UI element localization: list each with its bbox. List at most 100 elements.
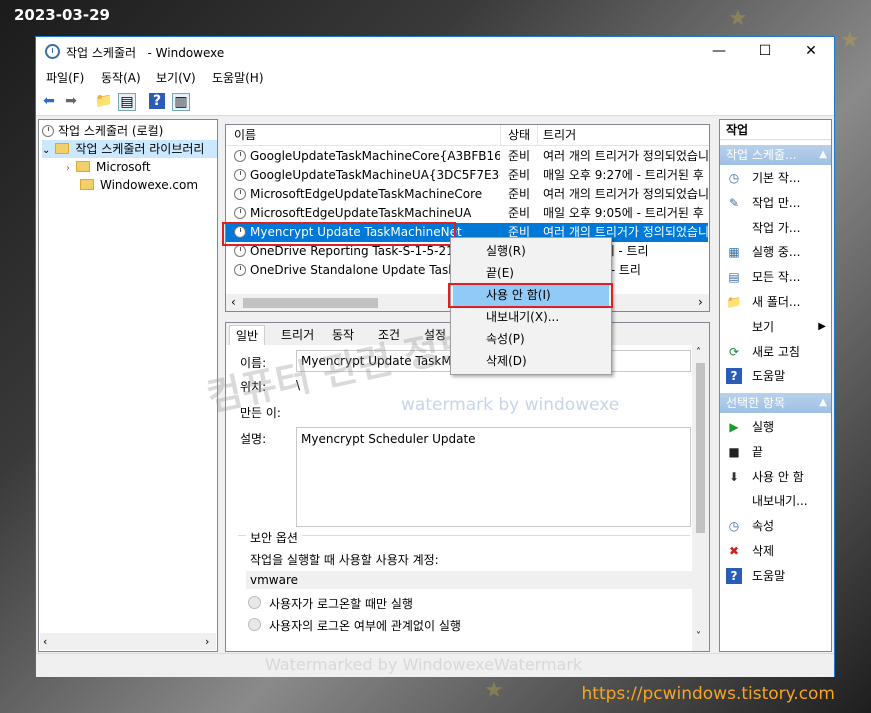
menu-action[interactable]: 동작(A) (101, 69, 141, 86)
action-label: 실행 (752, 420, 775, 434)
radio-button-icon[interactable] (248, 596, 261, 609)
scroll-right-arrow-icon[interactable]: › (205, 635, 209, 648)
action-item[interactable]: ▤ 모든 작... (720, 265, 831, 289)
action-label: 도움말 (752, 568, 786, 583)
task-status: 준비 (508, 206, 531, 220)
action-label: 기본 작... (752, 171, 801, 185)
action-label: 삭제 (752, 544, 775, 558)
show-hide-action-pane-icon[interactable]: ▥ (172, 93, 190, 111)
task-status: 준비 (508, 149, 531, 163)
action-item[interactable]: ▦ 실행 중... (720, 240, 831, 264)
action-item[interactable]: ✖ 삭제 (720, 539, 831, 563)
actions-section-scheduler[interactable]: 작업 스케줄... ▲ (720, 145, 831, 165)
help-icon: ? (726, 567, 742, 584)
action-item[interactable]: ✎ 작업 만... (720, 191, 831, 215)
detail-vertical-scrollbar[interactable]: ˄ ˅ (692, 345, 709, 651)
tree-item-windowexe[interactable]: Windowexe.com (80, 176, 198, 194)
task-clock-icon (234, 188, 246, 200)
context-menu-item[interactable]: 실행(R) (453, 240, 609, 262)
task-row[interactable]: GoogleUpdateTaskMachineCore{A3BFB16C-...… (226, 147, 708, 166)
task-trigger: 여러 개의 트리거가 정의되었습니다. (543, 149, 708, 163)
star-decoration: ★ (728, 6, 748, 31)
task-status: 준비 (508, 168, 531, 182)
context-menu-item[interactable]: 속성(P) (453, 328, 609, 350)
column-status[interactable]: 상태 (508, 125, 530, 145)
action-item[interactable]: ◷ 속성 (720, 514, 831, 538)
menu-help[interactable]: 도움말(H) (212, 69, 264, 86)
clock-icon: ◷ (728, 171, 740, 185)
scrollbar-thumb[interactable] (243, 298, 378, 308)
back-arrow-icon[interactable]: ⬅ (41, 93, 57, 109)
action-item[interactable]: 📁 새 폴더... (720, 290, 831, 314)
task-trigger: 여러 개의 트리거가 정의되었습니다. (543, 187, 708, 201)
task-row[interactable]: MicrosoftEdgeUpdateTaskMachineCore 준비 여러 개… (226, 185, 708, 204)
description-field[interactable]: Myencrypt Scheduler Update (296, 427, 691, 527)
task-row[interactable]: MicrosoftEdgeUpdateTaskMachineUA 준비 매일 오후 … (226, 204, 708, 223)
context-menu-item[interactable]: 삭제(D) (453, 350, 609, 372)
scroll-up-arrow-icon[interactable]: ˄ (696, 347, 701, 358)
action-label: 새로 고침 (752, 344, 800, 359)
actions-section-selected[interactable]: 선택한 항목 ▲ (720, 393, 831, 413)
action-item[interactable]: 보기 ▶ (720, 315, 831, 339)
column-name[interactable]: 이름 (234, 125, 256, 145)
action-item[interactable]: ▶ 실행 (720, 415, 831, 439)
task-name: GoogleUpdateTaskMachineUA{3DC5F7E3-F4... (234, 166, 500, 185)
scroll-right-arrow-icon[interactable]: › (698, 295, 703, 309)
window-title: 작업 스케줄러 - Windowexe (66, 46, 225, 60)
action-label: 작업 가... (752, 220, 801, 235)
action-item[interactable]: 내보내기... (720, 489, 831, 513)
show-hide-tree-icon[interactable]: ▤ (118, 93, 136, 111)
task-clock-icon (234, 245, 246, 257)
tree-horizontal-scrollbar[interactable]: ‹ › (40, 633, 216, 650)
action-label: 끝 (752, 444, 764, 459)
minimize-button[interactable]: — (696, 37, 742, 66)
action-item[interactable]: ◷ 기본 작... (720, 166, 831, 190)
selected-task-highlight (222, 222, 456, 246)
scroll-down-arrow-icon[interactable]: ˅ (696, 631, 701, 642)
action-label: 속성 (752, 519, 775, 534)
scroll-left-arrow-icon[interactable]: ‹ (43, 635, 47, 648)
menu-bar: 파일(F) 동작(A) 보기(V) 도움말(H) (36, 66, 834, 88)
radio-regardless-logon[interactable]: 사용자의 로그온 여부에 관계없이 실행 (248, 617, 461, 634)
tree-library[interactable]: ⌄ 작업 스케줄러 라이브러리 (42, 140, 217, 158)
column-trigger[interactable]: 트리거 (543, 125, 576, 145)
menu-view[interactable]: 보기(V) (156, 69, 196, 86)
maximize-button[interactable]: ☐ (742, 37, 788, 66)
forward-arrow-icon[interactable]: ➡ (63, 93, 79, 109)
delete-icon: ✖ (728, 544, 740, 558)
help-icon[interactable]: ? (149, 93, 165, 109)
menu-file[interactable]: 파일(F) (46, 69, 84, 86)
up-folder-icon[interactable]: 📁 (95, 93, 112, 109)
tab-triggers[interactable]: 트리거 (275, 325, 320, 345)
expand-chevron-icon[interactable]: › (66, 163, 70, 174)
action-item[interactable]: ? 도움말 (720, 564, 831, 588)
collapse-section-icon[interactable]: ▲ (819, 393, 827, 413)
description-label: 설명: (240, 432, 267, 446)
run-icon: ▶ (729, 420, 739, 434)
task-row[interactable]: GoogleUpdateTaskMachineUA{3DC5F7E3-F4...… (226, 166, 708, 185)
tree-root[interactable]: 작업 스케줄러 (로컬) (42, 122, 163, 140)
tree-item-microsoft[interactable]: › Microsoft (66, 158, 151, 176)
action-item[interactable]: ? 도움말 (720, 364, 831, 388)
radio-logon-only[interactable]: 사용자가 로그온할 때만 실행 (248, 595, 413, 612)
action-item[interactable]: ⟳ 새로 고침 (720, 340, 831, 364)
folder-icon (55, 143, 70, 154)
collapse-section-icon[interactable]: ▲ (819, 145, 827, 165)
scroll-left-arrow-icon[interactable]: ‹ (231, 295, 236, 309)
action-item[interactable]: ■ 끝 (720, 440, 831, 464)
action-item[interactable]: 작업 가... (720, 216, 831, 240)
context-menu-item[interactable]: 끝(E) (453, 262, 609, 284)
task-name: MicrosoftEdgeUpdateTaskMachineCore (234, 185, 500, 204)
tab-general[interactable]: 일반 (229, 325, 266, 346)
scrollbar-thumb[interactable] (696, 363, 705, 533)
context-menu-item[interactable]: 내보내기(X)... (453, 306, 609, 328)
collapse-chevron-icon[interactable]: ⌄ (42, 145, 50, 156)
radio-button-icon[interactable] (248, 618, 261, 631)
action-label: 작업 만... (752, 195, 801, 210)
close-button[interactable]: ✕ (788, 37, 834, 66)
scheduler-clock-icon (45, 44, 60, 59)
task-clock-icon (234, 150, 246, 162)
action-item[interactable]: ⬇ 사용 안 함 (720, 465, 831, 489)
tree-pane: 작업 스케줄러 (로컬) ⌄ 작업 스케줄러 라이브러리 › Microsoft W… (38, 119, 218, 652)
disable-icon: ⬇ (728, 469, 740, 484)
